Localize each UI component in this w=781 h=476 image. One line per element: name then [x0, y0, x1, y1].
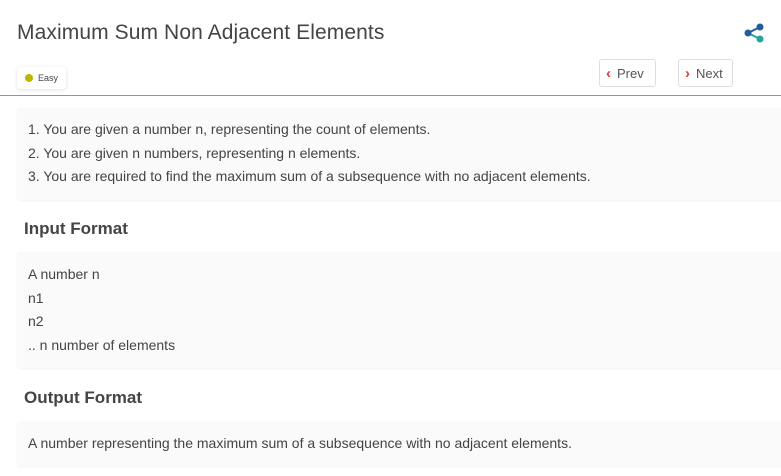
header-divider — [0, 95, 781, 96]
description-line: 2. You are given n numbers, representing… — [28, 144, 361, 161]
input-format-line: A number n — [28, 266, 100, 282]
share-icon[interactable] — [744, 23, 766, 43]
page-title: Maximum Sum Non Adjacent Elements — [17, 21, 385, 44]
prev-label: Prev — [617, 65, 644, 81]
input-format-line: .. n number of elements — [28, 336, 176, 353]
description-line: 1. You are given a number n, representin… — [28, 121, 431, 137]
input-format-line: n1 — [28, 289, 44, 306]
description-line: 3. You are required to find the maximum … — [28, 168, 591, 184]
output-format-heading: Output Format — [24, 388, 143, 407]
input-format-line: n2 — [28, 313, 44, 329]
difficulty-dot — [25, 74, 33, 82]
difficulty-label: Easy — [38, 73, 59, 83]
prev-button[interactable]: ‹ Prev — [599, 59, 656, 87]
difficulty-badge: Easy — [17, 67, 67, 89]
problem-description: 1. You are given a number n, representin… — [17, 108, 781, 200]
input-format-box: A number n n1 n2 .. n number of elements — [17, 252, 781, 368]
chevron-right-icon: › — [685, 64, 690, 82]
chevron-left-icon: ‹ — [606, 64, 611, 82]
input-format-heading: Input Format — [24, 219, 128, 238]
output-format-box: A number representing the maximum sum of… — [17, 421, 781, 466]
output-format-line: A number representing the maximum sum of… — [28, 435, 572, 451]
next-label: Next — [696, 65, 723, 81]
next-button[interactable]: › Next — [678, 59, 733, 87]
